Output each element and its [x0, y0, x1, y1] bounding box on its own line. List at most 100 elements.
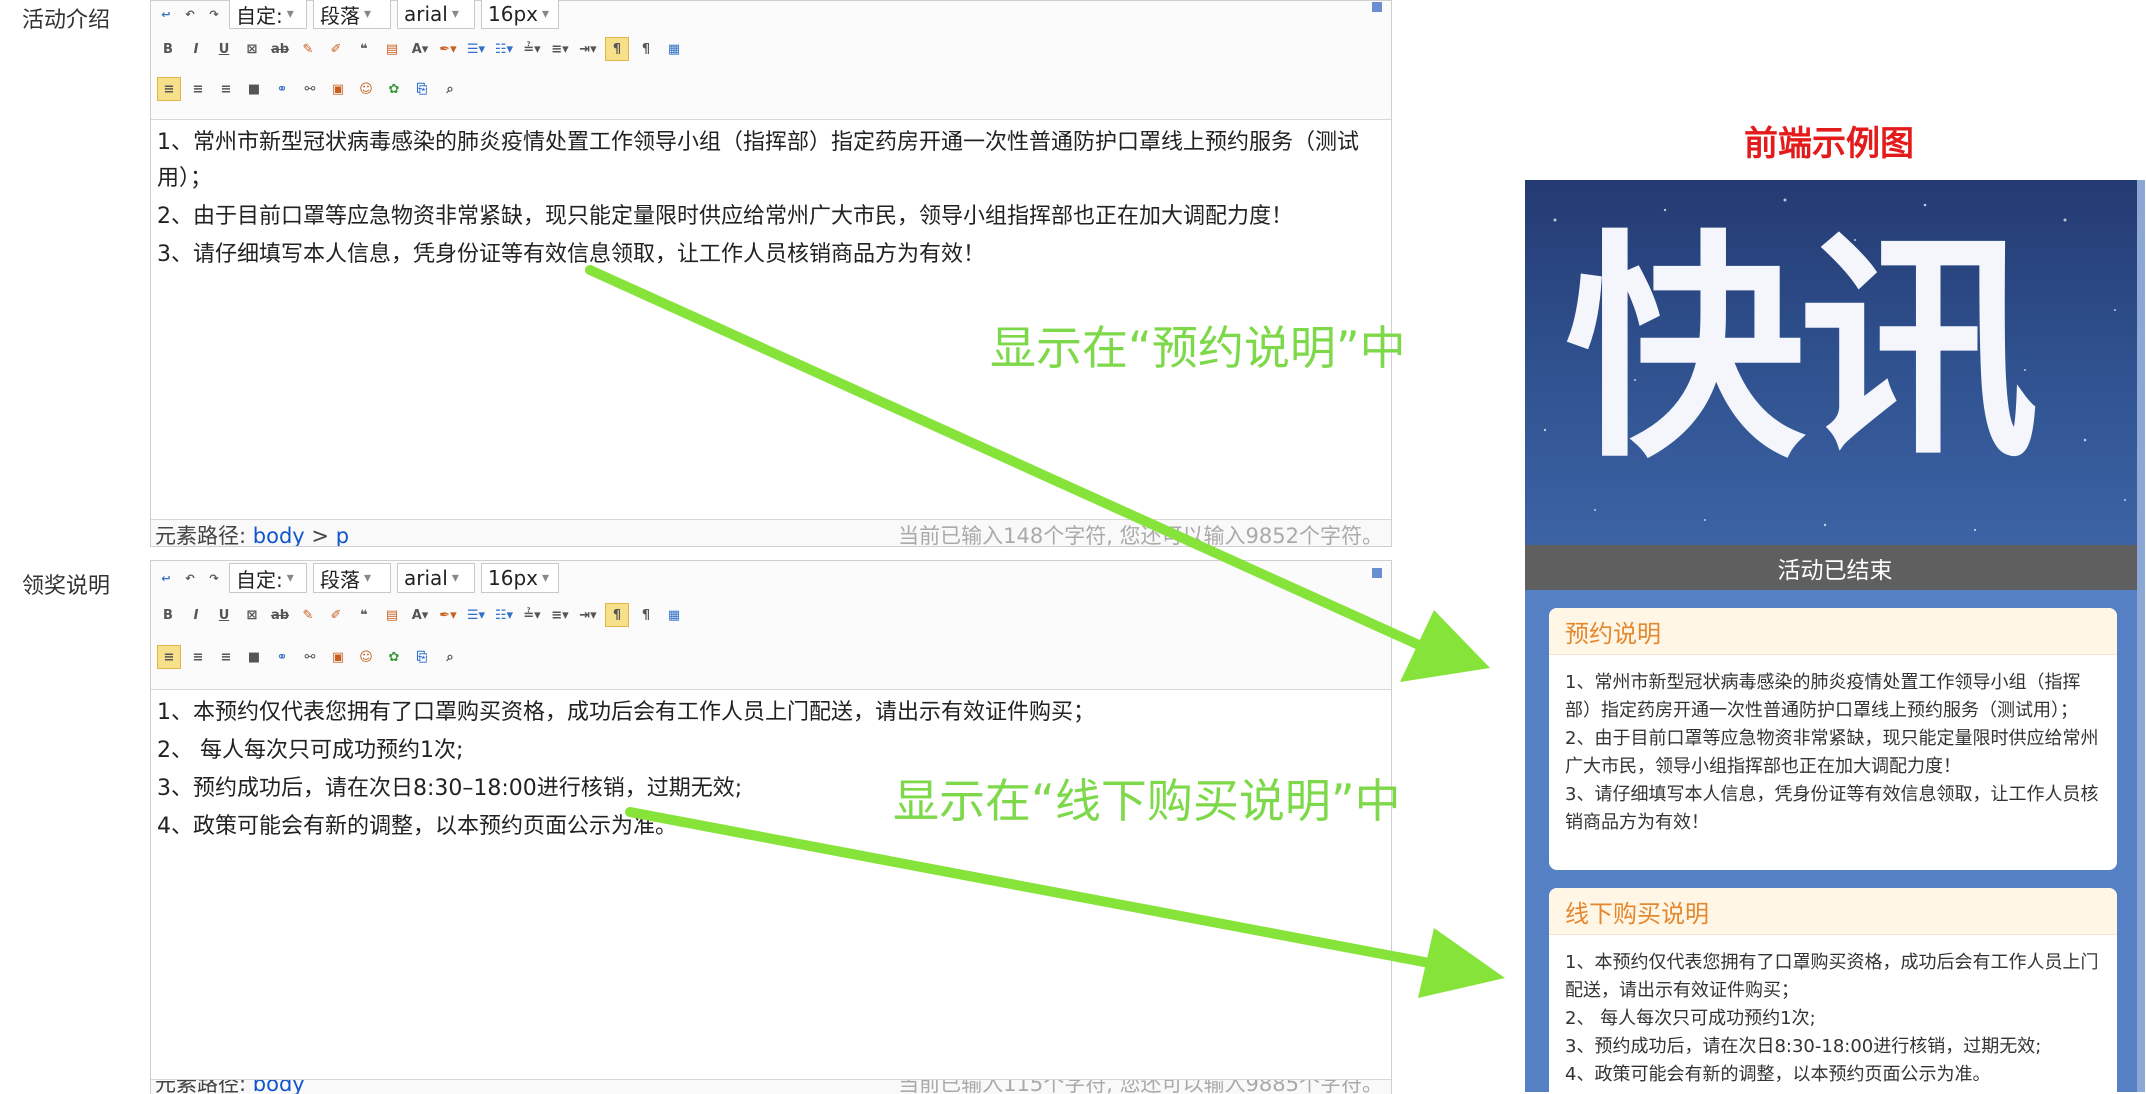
card-line: 3、预约成功后，请在次日8:30-18:00进行核销，过期无效;: [1565, 1036, 2042, 1057]
attachment-icon[interactable]: ⎘: [411, 646, 433, 668]
source-code-icon[interactable]: ↩: [157, 567, 175, 589]
attachment-icon[interactable]: ⎘: [411, 78, 433, 100]
indent-icon[interactable]: ⇥▾: [577, 604, 599, 626]
font-family-select[interactable]: arial ▾: [397, 0, 475, 29]
path-body-link[interactable]: body: [253, 524, 305, 546]
blockquote-icon[interactable]: ❝: [353, 604, 375, 626]
rich-text-editor-intro[interactable]: ↩ ↶ ↷ 自定: ▾ 段落 ▾ arial ▾ 16px ▾ B I U ⊠ ab ✎…: [150, 0, 1392, 547]
char-count: 当前已输入148个字符, 您还可以输入9852个字符。: [898, 524, 1383, 546]
emoji-icon[interactable]: ☺: [355, 78, 377, 100]
font-color-icon[interactable]: A▾: [409, 38, 431, 60]
paste-plain-icon[interactable]: ▤: [381, 38, 403, 60]
ltr-icon[interactable]: ¶: [605, 37, 629, 61]
editor-toolbar: ↩ ↶ ↷ 自定: ▾ 段落 ▾ arial ▾ 16px ▾ B I U ⊠ ab ✎…: [151, 0, 1391, 120]
underline-icon[interactable]: U: [213, 604, 235, 626]
paragraph-select[interactable]: 段落 ▾: [313, 0, 391, 29]
card-body: 1、常州市新型冠状病毒感染的肺炎疫情处置工作领导小组（指挥部）指定药房开通一次性…: [1549, 655, 2117, 851]
underline-icon[interactable]: U: [213, 38, 235, 60]
source-code-icon[interactable]: ↩: [157, 3, 175, 25]
redo-icon[interactable]: ↷: [205, 567, 223, 589]
row-spacing-icon[interactable]: ≟▾: [521, 38, 543, 60]
table-icon[interactable]: ▦: [663, 604, 685, 626]
align-center-icon[interactable]: ≡: [187, 646, 209, 668]
rtl-icon[interactable]: ¶: [635, 38, 657, 60]
ordered-list-icon[interactable]: ☰▾: [465, 38, 487, 60]
line-height-icon[interactable]: ≡▾: [549, 38, 571, 60]
blockquote-icon[interactable]: ❝: [353, 38, 375, 60]
align-right-icon[interactable]: ≡: [215, 78, 237, 100]
toolbar-row-1: ↩ ↶ ↷ 自定: ▾ 段落 ▾ arial ▾ 16px ▾: [157, 0, 559, 29]
remove-format-icon[interactable]: ⊠: [241, 38, 263, 60]
strikethrough-icon[interactable]: ab: [269, 38, 291, 60]
highlight-color-icon[interactable]: ✒▾: [437, 38, 459, 60]
element-path-label: 元素路径:: [155, 524, 247, 546]
unordered-list-icon[interactable]: ☷▾: [493, 604, 515, 626]
highlight-color-icon[interactable]: ✒▾: [437, 604, 459, 626]
editor-content[interactable]: 1、本预约仅代表您拥有了口罩购买资格，成功后会有工作人员上门配送，请出示有效证件…: [151, 689, 1391, 1091]
align-left-icon[interactable]: ≡: [157, 77, 181, 101]
font-family-select[interactable]: arial ▾: [397, 563, 475, 593]
card-line: 2、 每人每次只可成功预约1次;: [1565, 1008, 1816, 1029]
font-size-select[interactable]: 16px ▾: [481, 563, 559, 593]
italic-icon[interactable]: I: [185, 38, 207, 60]
card-line: 3、请仔细填写本人信息，凭身份证等有效信息领取，让工作人员核销商品方为有效！: [1565, 784, 2099, 833]
eraser-icon[interactable]: ✎: [297, 38, 319, 60]
eraser-icon[interactable]: ✎: [297, 604, 319, 626]
fullscreen-icon[interactable]: [1372, 568, 1382, 578]
align-justify-icon[interactable]: ■: [243, 78, 265, 100]
path-p-link[interactable]: p: [336, 524, 349, 546]
format-brush-icon[interactable]: ✐: [325, 38, 347, 60]
hero-title: 快讯: [1565, 210, 2039, 490]
font-custom-select[interactable]: 自定: ▾: [229, 0, 307, 29]
activity-status-bar: 活动已结束: [1525, 545, 2145, 590]
indent-icon[interactable]: ⇥▾: [577, 38, 599, 60]
fullscreen-icon[interactable]: [1372, 2, 1382, 12]
bold-icon[interactable]: B: [157, 38, 179, 60]
image-icon[interactable]: ▣: [327, 78, 349, 100]
media-icon[interactable]: ✿: [383, 78, 405, 100]
undo-icon[interactable]: ↶: [181, 3, 199, 25]
card-line: 1、常州市新型冠状病毒感染的肺炎疫情处置工作领导小组（指挥部）指定药房开通一次性…: [1565, 672, 2081, 721]
align-left-icon[interactable]: ≡: [157, 645, 181, 669]
editor-toolbar: ↩ ↶ ↷ 自定: ▾ 段落 ▾ arial ▾ 16px ▾ B I U ⊠ ab ✎…: [151, 561, 1391, 690]
table-icon[interactable]: ▦: [663, 38, 685, 60]
card-line: 4、政策可能会有新的调整，以本预约页面公示为准。: [1565, 1064, 1991, 1085]
unordered-list-icon[interactable]: ☷▾: [493, 38, 515, 60]
rtl-icon[interactable]: ¶: [635, 604, 657, 626]
paragraph-select[interactable]: 段落 ▾: [313, 563, 391, 593]
content-paragraph: 2、 每人每次只可成功预约1次;: [157, 738, 464, 763]
line-height-icon[interactable]: ≡▾: [549, 604, 571, 626]
format-brush-icon[interactable]: ✐: [325, 604, 347, 626]
redo-icon[interactable]: ↷: [205, 3, 223, 25]
remove-format-icon[interactable]: ⊠: [241, 604, 263, 626]
annotation-label-offline: 显示在“线下购买说明”中: [893, 774, 1401, 828]
font-color-icon[interactable]: A▾: [409, 604, 431, 626]
search-icon[interactable]: ⌕: [439, 78, 461, 100]
emoji-icon[interactable]: ☺: [355, 646, 377, 668]
font-size-select[interactable]: 16px ▾: [481, 0, 559, 29]
undo-icon[interactable]: ↶: [181, 567, 199, 589]
unlink-icon[interactable]: ⚯: [299, 646, 321, 668]
arrow-head-offline: [1418, 928, 1505, 998]
preview-scrollbar[interactable]: [2137, 180, 2145, 1092]
align-center-icon[interactable]: ≡: [187, 78, 209, 100]
search-icon[interactable]: ⌕: [439, 646, 461, 668]
media-icon[interactable]: ✿: [383, 646, 405, 668]
link-icon[interactable]: ⚭: [271, 78, 293, 100]
ltr-icon[interactable]: ¶: [605, 603, 629, 627]
path-separator: >: [311, 524, 329, 546]
ordered-list-icon[interactable]: ☰▾: [465, 604, 487, 626]
bold-icon[interactable]: B: [157, 604, 179, 626]
unlink-icon[interactable]: ⚯: [299, 78, 321, 100]
link-icon[interactable]: ⚭: [271, 646, 293, 668]
row-spacing-icon[interactable]: ≟▾: [521, 604, 543, 626]
align-justify-icon[interactable]: ■: [243, 646, 265, 668]
booking-info-card: 预约说明 1、常州市新型冠状病毒感染的肺炎疫情处置工作领导小组（指挥部）指定药房…: [1549, 608, 2117, 870]
paste-plain-icon[interactable]: ▤: [381, 604, 403, 626]
font-custom-select[interactable]: 自定: ▾: [229, 563, 307, 593]
align-right-icon[interactable]: ≡: [215, 646, 237, 668]
image-icon[interactable]: ▣: [327, 646, 349, 668]
italic-icon[interactable]: I: [185, 604, 207, 626]
strikethrough-icon[interactable]: ab: [269, 604, 291, 626]
element-path: 元素路径: body > p: [155, 520, 349, 546]
